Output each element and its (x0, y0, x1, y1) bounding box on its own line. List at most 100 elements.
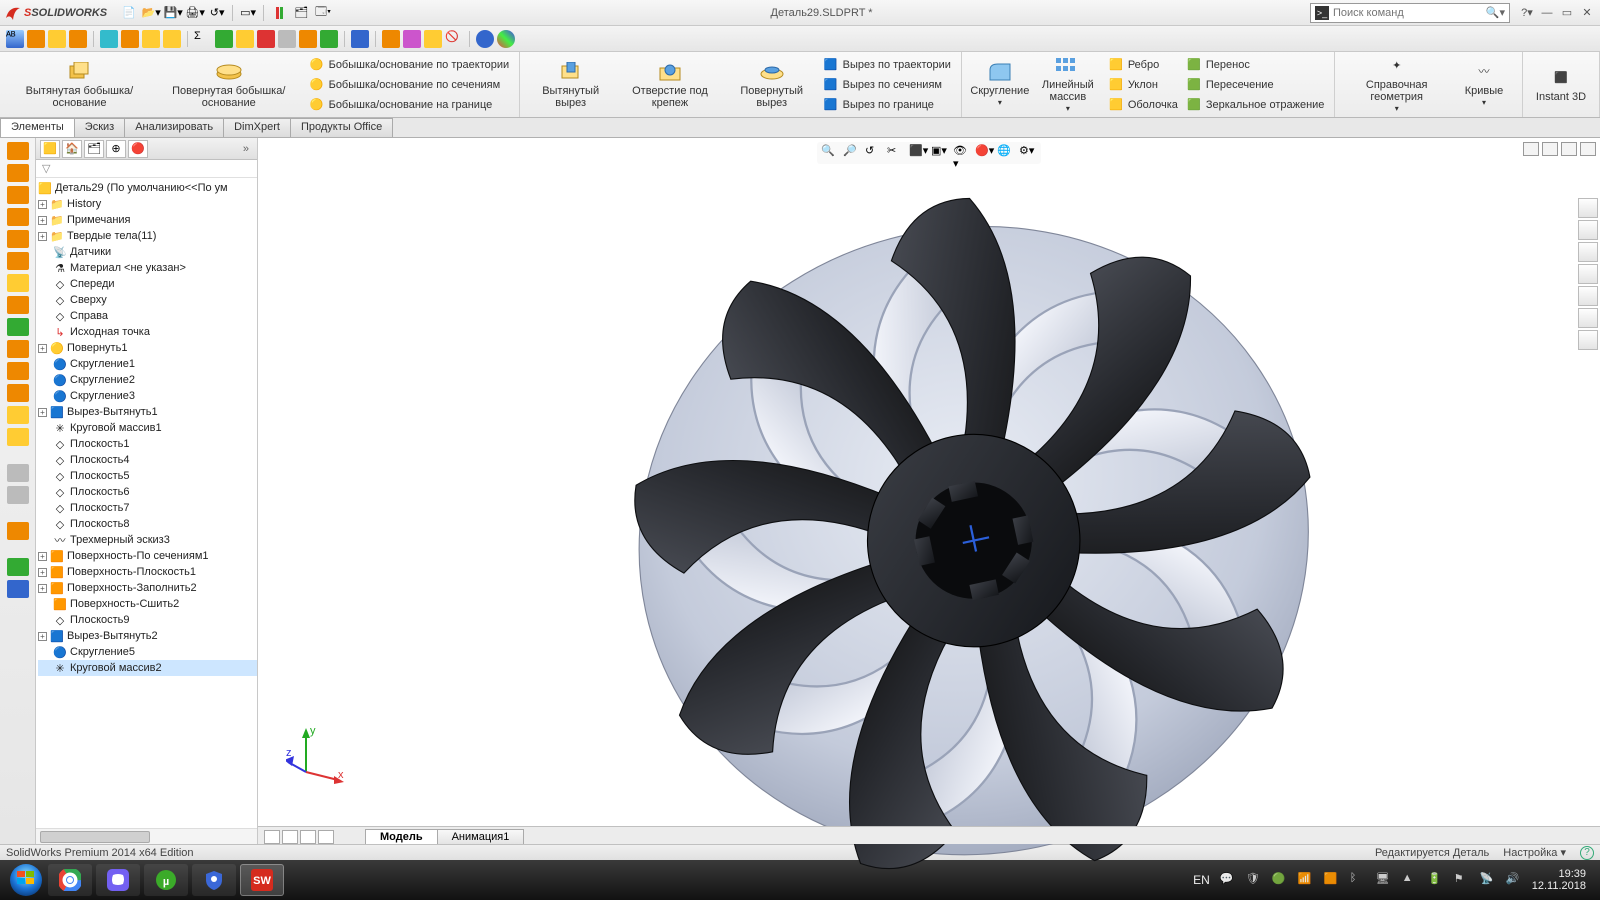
doc-tab-model[interactable]: Модель (365, 829, 438, 844)
ref-geometry-button[interactable]: ✦ Справочная геометрия▾ (1341, 53, 1452, 117)
tb-icon[interactable] (476, 30, 494, 48)
tree-item[interactable]: ◇Сверху (38, 292, 257, 308)
tray-icon[interactable]: 🖥 (1376, 872, 1392, 888)
taskbar-app-shield[interactable] (192, 864, 236, 896)
tree-item[interactable]: ◇Плоскость4 (38, 452, 257, 468)
tree-item[interactable]: ◇Плоскость7 (38, 500, 257, 516)
lvt-icon[interactable] (7, 406, 29, 424)
tray-icon[interactable]: 💬 (1220, 872, 1236, 888)
fm-filter[interactable]: ▽ (36, 160, 257, 178)
lvt-icon[interactable] (7, 558, 29, 576)
fm-tab-config[interactable]: 🗂 (84, 140, 104, 158)
fm-tab-feature-tree[interactable]: 🟨 (40, 140, 60, 158)
maximize-button[interactable]: ▭ (1558, 5, 1576, 21)
orientation-triad[interactable]: y x z (286, 726, 346, 786)
tray-battery-icon[interactable]: 🔋 (1428, 872, 1444, 888)
open-file-button[interactable]: 📂▾ (141, 3, 161, 23)
fm-collapse-button[interactable]: » (239, 143, 253, 155)
lvt-icon[interactable] (7, 252, 29, 270)
nav-first[interactable] (264, 830, 280, 844)
tab-dimxpert[interactable]: DimXpert (223, 118, 291, 137)
mirror-button[interactable]: 🟩Зеркальное отражение (1182, 96, 1329, 114)
lvt-icon[interactable] (7, 522, 29, 540)
taskpane-tab[interactable] (1578, 242, 1598, 262)
fm-tab-property[interactable]: 🏠 (62, 140, 82, 158)
minimize-button[interactable]: — (1538, 5, 1556, 21)
lvt-icon[interactable] (7, 164, 29, 182)
doc-tab-animation[interactable]: Анимация1 (437, 829, 525, 844)
fm-tab-display[interactable]: 🔴 (128, 140, 148, 158)
tray-bluetooth-icon[interactable]: ᛒ (1350, 872, 1366, 888)
tb-icon[interactable] (121, 30, 139, 48)
settings-button[interactable]: 🗔▾ (313, 3, 333, 23)
tree-item[interactable]: ◇Справа (38, 308, 257, 324)
lvt-icon[interactable] (7, 428, 29, 446)
tree-item[interactable]: +🟡Повернуть1 (38, 340, 257, 356)
rebuild-button[interactable] (269, 3, 289, 23)
tree-item[interactable]: ◇Спереди (38, 276, 257, 292)
tb-icon[interactable]: Σ (194, 30, 212, 48)
new-file-button[interactable]: 📄 (119, 3, 139, 23)
extruded-boss-button[interactable]: Вытянутая бобышка/основание (6, 59, 153, 111)
lvt-icon[interactable] (7, 340, 29, 358)
nav-last[interactable] (318, 830, 334, 844)
tb-icon[interactable] (48, 30, 66, 48)
revolved-cut-button[interactable]: Повернутый вырез (725, 59, 819, 111)
start-button[interactable] (6, 860, 46, 900)
tb-icon[interactable] (142, 30, 160, 48)
tree-item[interactable]: ✳Круговой массив2 (38, 660, 257, 676)
lvt-icon[interactable] (7, 384, 29, 402)
lvt-icon[interactable] (7, 486, 29, 504)
tab-sketch[interactable]: Эскиз (74, 118, 125, 137)
tree-item[interactable]: ⚗Материал <не указан> (38, 260, 257, 276)
nav-prev[interactable] (282, 830, 298, 844)
tree-item[interactable]: +🟦Вырез-Вытянуть2 (38, 628, 257, 644)
revolved-boss-button[interactable]: Повернутая бобышка/основание (153, 59, 305, 111)
tb-icon[interactable] (100, 30, 118, 48)
tb-icon[interactable] (69, 30, 87, 48)
tree-item[interactable]: 〰Трехмерный эскиз3 (38, 532, 257, 548)
lvt-icon[interactable] (7, 230, 29, 248)
graphics-viewport[interactable]: 🔍 🔎 ↺ ✂ ⬛▾ ▣▾ 👁▾ 🔴▾ 🌐 ⚙▾ (258, 138, 1600, 844)
lvt-icon[interactable] (7, 464, 29, 482)
tree-item[interactable]: ◇Плоскость5 (38, 468, 257, 484)
save-button[interactable]: 💾▾ (163, 3, 183, 23)
taskpane-tab[interactable] (1578, 308, 1598, 328)
fm-tab-dimxpert[interactable]: ⊕ (106, 140, 126, 158)
feature-tree[interactable]: 🟨Деталь29 (По умолчанию<<По ум +📁History… (36, 178, 257, 828)
tray-icon[interactable]: ▲ (1402, 872, 1418, 888)
lvt-icon[interactable] (7, 208, 29, 226)
swept-cut-button[interactable]: 🟦Вырез по траектории (819, 56, 955, 74)
tray-volume-icon[interactable]: 🔊 (1506, 872, 1522, 888)
tree-item[interactable]: 🟧Поверхность-Сшить2 (38, 596, 257, 612)
curves-button[interactable]: 〰 Кривые▾ (1452, 59, 1516, 111)
taskbar-app-viber[interactable] (96, 864, 140, 896)
tree-item[interactable]: +🟧Поверхность-По сечениям1 (38, 548, 257, 564)
search-icon[interactable]: 🔍▾ (1486, 6, 1505, 19)
intersect-button[interactable]: 🟩Пересечение (1182, 76, 1329, 94)
tree-item[interactable]: ◇Плоскость1 (38, 436, 257, 452)
tree-item[interactable]: +🟧Поверхность-Заполнить2 (38, 580, 257, 596)
tray-icon[interactable]: 🟧 (1324, 872, 1340, 888)
lvt-icon[interactable] (7, 296, 29, 314)
tb-icon[interactable] (424, 30, 442, 48)
lvt-icon[interactable] (7, 142, 29, 160)
shell-button[interactable]: 🟨Оболочка (1104, 96, 1182, 114)
tree-item[interactable]: 📡Датчики (38, 244, 257, 260)
taskpane-tab[interactable] (1578, 198, 1598, 218)
draft-button[interactable]: 🟨Уклон (1104, 76, 1182, 94)
tree-horizontal-scrollbar[interactable] (36, 828, 257, 844)
tree-item[interactable]: ◇Плоскость8 (38, 516, 257, 532)
taskpane-tab[interactable] (1578, 264, 1598, 284)
command-search[interactable]: >_ 🔍▾ (1310, 3, 1510, 23)
lvt-icon[interactable] (7, 362, 29, 380)
instant-3d-button[interactable]: ⬛ Instant 3D (1529, 65, 1593, 105)
tb-icon[interactable] (299, 30, 317, 48)
taskpane-tab[interactable] (1578, 330, 1598, 350)
swept-boss-button[interactable]: 🟡Бобышка/основание по траектории (305, 56, 514, 74)
rib-button[interactable]: 🟨Ребро (1104, 56, 1182, 74)
fillet-button[interactable]: Скругление▾ (968, 59, 1032, 111)
tree-item[interactable]: +📁Твердые тела(11) (38, 228, 257, 244)
lvt-icon[interactable] (7, 318, 29, 336)
tb-icon[interactable] (236, 30, 254, 48)
